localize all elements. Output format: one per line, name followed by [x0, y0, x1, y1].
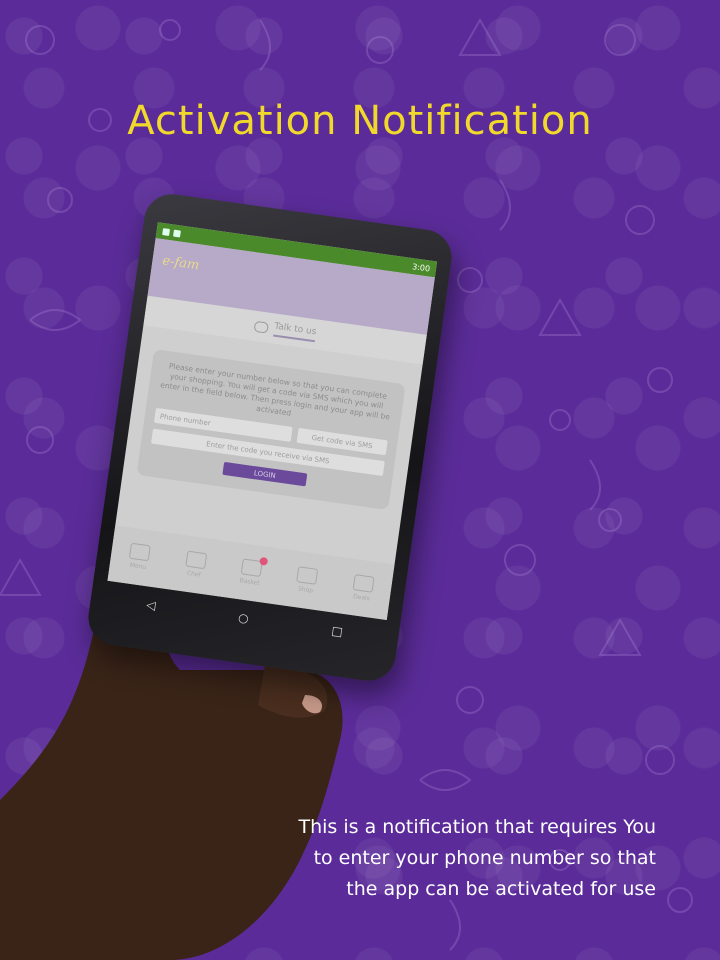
status-time: 3:00 — [411, 261, 431, 274]
nav-label: Deals — [352, 593, 371, 603]
notification-icon — [173, 229, 181, 238]
caption-line: This is a notification that requires You — [298, 816, 656, 838]
cart-icon — [296, 566, 319, 585]
caption-line: the app can be activated for use — [346, 878, 656, 900]
app-logo: e-fam — [161, 253, 201, 274]
tab-label: Talk to us — [272, 321, 318, 342]
home-icon[interactable]: ○ — [237, 610, 249, 625]
nav-item-shop[interactable]: Shop — [295, 566, 319, 595]
login-button[interactable]: LOGIN — [222, 461, 308, 487]
nav-item-chef[interactable]: Chef — [183, 550, 207, 580]
nav-item-basket[interactable]: Basket — [239, 556, 269, 587]
phone-screen: 3:00 e-fam Talk to us Please enter your … — [107, 222, 438, 621]
nav-item-deals[interactable]: Deals — [351, 574, 375, 603]
notification-icon — [162, 227, 171, 236]
menu-icon — [128, 542, 151, 562]
nav-label: Basket — [239, 577, 261, 587]
chef-icon — [184, 550, 207, 570]
page-title: Activation Notification — [127, 98, 593, 144]
description-caption: This is a notification that requires You… — [216, 812, 656, 905]
recent-apps-icon[interactable]: □ — [331, 624, 344, 639]
phone: 3:00 e-fam Talk to us Please enter your … — [84, 190, 456, 685]
activation-card: Please enter your number below so that y… — [136, 349, 406, 511]
back-icon[interactable]: ◁ — [145, 597, 156, 612]
nav-label: Menu — [129, 561, 147, 571]
nav-item-menu[interactable]: Menu — [128, 542, 151, 572]
nav-label: Chef — [186, 569, 202, 579]
notification-icons — [162, 227, 181, 238]
caption-line: to enter your phone number so that — [313, 847, 656, 869]
tag-icon — [352, 574, 375, 593]
basket-icon — [240, 556, 269, 578]
chat-icon — [253, 320, 269, 334]
nav-label: Shop — [297, 585, 314, 595]
notification-badge — [259, 556, 269, 566]
